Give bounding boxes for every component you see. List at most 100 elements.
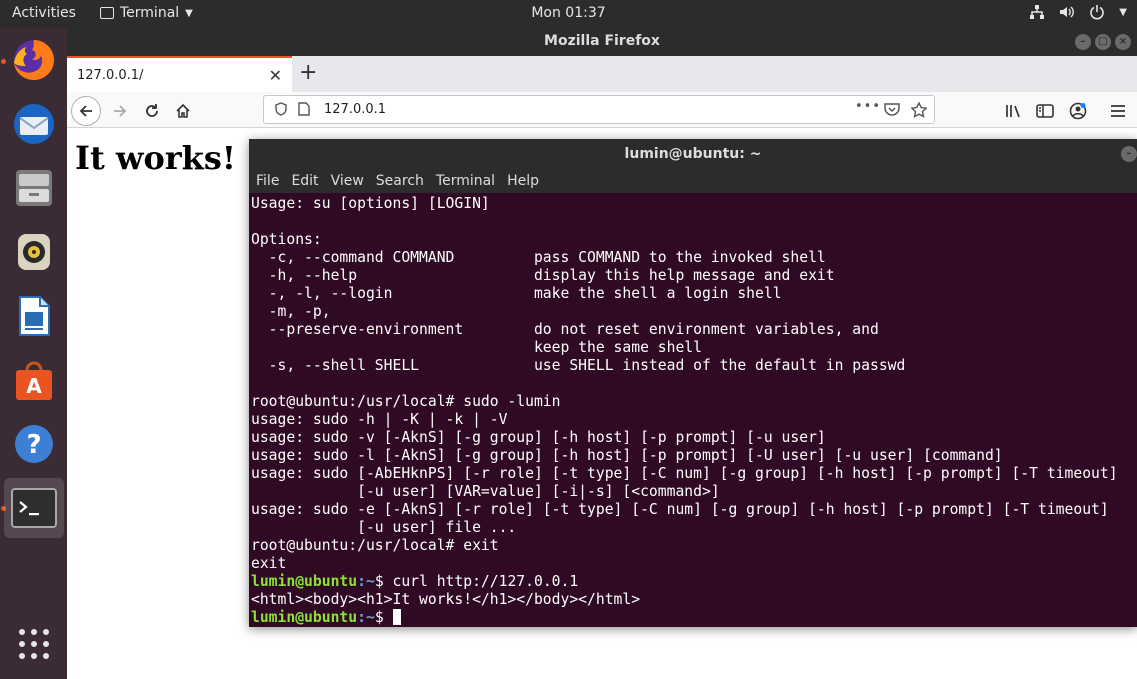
new-tab-icon[interactable]: +: [299, 60, 317, 85]
terminal-line: usage: sudo [-AbEHknPS] [-r role] [-t ty…: [251, 465, 1137, 483]
terminal-line: root@ubuntu:/usr/local# sudo -lumin: [251, 393, 1137, 411]
account-icon[interactable]: [1063, 96, 1093, 126]
menu-search[interactable]: Search: [376, 173, 424, 189]
close-icon[interactable]: ×: [1115, 34, 1131, 50]
terminal-menubar: File Edit View Search Terminal Help: [249, 169, 1137, 193]
line-text: Usage: su [options] [LOGIN]: [251, 195, 490, 212]
line-text: usage: sudo -h | -K | -k | -V: [251, 411, 508, 428]
chevron-down-icon: ▼: [1119, 6, 1127, 18]
line-text: [-u user] file ...: [251, 519, 517, 536]
line-text: Options:: [251, 231, 322, 248]
line-text: root@ubuntu:/usr/local# sudo -lumin: [251, 393, 561, 410]
terminal-line: usage: sudo -h | -K | -k | -V: [251, 411, 1137, 429]
firefox-titlebar[interactable]: Mozilla Firefox – □ ×: [67, 28, 1137, 56]
line-text: $: [374, 609, 393, 626]
url-bar[interactable]: 127.0.0.1 •••: [263, 95, 935, 124]
close-tab-icon[interactable]: ✕: [269, 66, 282, 85]
terminal-output[interactable]: Usage: su [options] [LOGIN] Options: -c, …: [249, 193, 1137, 627]
sidebar-icon[interactable]: [1030, 96, 1060, 126]
files-icon[interactable]: [4, 158, 64, 218]
line-text: usage: sudo [-AbEHknPS] [-r role] [-t ty…: [251, 465, 1118, 482]
line-text: usage: sudo -e [-AknS] [-r role] [-t typ…: [251, 501, 1109, 518]
terminal-line: exit: [251, 555, 1137, 573]
line-text: -s, --shell SHELL use SHELL instead of t…: [251, 357, 906, 374]
terminal-line: lumin@ubuntu:~$ curl http://127.0.0.1: [251, 573, 1137, 591]
terminal-line: -c, --command COMMAND pass COMMAND to th…: [251, 249, 1137, 267]
menu-help[interactable]: Help: [507, 173, 539, 189]
pocket-icon[interactable]: [884, 102, 900, 120]
svg-text:A: A: [26, 374, 42, 398]
terminal-line: [-u user] [VAR=value] [-i|-s] [<command>…: [251, 483, 1137, 501]
line-text: -h, --help display this help message and…: [251, 267, 835, 284]
terminal-line: -m, -p,: [251, 303, 1137, 321]
terminal-line: usage: sudo -e [-AknS] [-r role] [-t typ…: [251, 501, 1137, 519]
terminal-line: <html><body><h1>It works!</h1></body></h…: [251, 591, 1137, 609]
power-icon: [1089, 4, 1105, 20]
line-text: keep the same shell: [251, 339, 702, 356]
minimize-icon[interactable]: –: [1075, 34, 1091, 50]
thunderbird-icon[interactable]: [4, 94, 64, 154]
line-text: usage: sudo -l [-AknS] [-g group] [-h ho…: [251, 447, 1003, 464]
firefox-icon[interactable]: [4, 30, 64, 90]
menu-view[interactable]: View: [331, 173, 364, 189]
line-text: [-u user] [VAR=value] [-i|-s] [<command>…: [251, 483, 720, 500]
line-text: -c, --command COMMAND pass COMMAND to th…: [251, 249, 826, 266]
page-actions-icon[interactable]: •••: [855, 99, 881, 114]
terminal-line: -h, --help display this help message and…: [251, 267, 1137, 285]
terminal-line: keep the same shell: [251, 339, 1137, 357]
prompt-path: :~: [357, 573, 375, 590]
line-text: -m, -p,: [251, 303, 331, 320]
back-button[interactable]: [71, 96, 101, 126]
menu-terminal[interactable]: Terminal: [436, 173, 495, 189]
ubuntu-dock: A ?: [0, 28, 67, 679]
terminal-line: --preserve-environment do not reset envi…: [251, 321, 1137, 339]
window-title: Mozilla Firefox: [544, 33, 660, 49]
rhythmbox-icon[interactable]: [4, 222, 64, 282]
bookmark-star-icon[interactable]: [910, 101, 928, 122]
tracking-protection-icon[interactable]: [274, 102, 288, 120]
terminal-line: Usage: su [options] [LOGIN]: [251, 195, 1137, 213]
line-text: $ curl http://127.0.0.1: [374, 573, 579, 590]
terminal-line: usage: sudo -v [-AknS] [-g group] [-h ho…: [251, 429, 1137, 447]
prompt-user: lumin@ubuntu: [251, 573, 358, 590]
browser-tab[interactable]: 127.0.0.1/ ✕: [67, 56, 292, 92]
maximize-icon[interactable]: □: [1095, 34, 1111, 50]
terminal-titlebar[interactable]: lumin@ubuntu: ~ –: [249, 139, 1137, 169]
forward-button[interactable]: [105, 96, 135, 126]
terminal-line: lumin@ubuntu:~$: [251, 609, 1137, 627]
line-text: root@ubuntu:/usr/local# exit: [251, 537, 499, 554]
libreoffice-writer-icon[interactable]: [4, 286, 64, 346]
home-button[interactable]: [168, 96, 198, 126]
show-applications-icon[interactable]: [4, 614, 64, 674]
system-menu[interactable]: ▼: [1029, 4, 1127, 20]
line-text: -, -l, --login make the shell a login sh…: [251, 285, 782, 302]
terminal-title: lumin@ubuntu: ~: [624, 146, 762, 162]
reload-button[interactable]: [137, 96, 167, 126]
line-text: --preserve-environment do not reset envi…: [251, 321, 879, 338]
url-text: 127.0.0.1: [324, 102, 387, 117]
library-icon[interactable]: [999, 96, 1029, 126]
clock[interactable]: Mon 01:37: [0, 5, 1137, 21]
terminal-line: Options:: [251, 231, 1137, 249]
gnome-top-bar: Activities Terminal ▼ Mon 01:37 ▼: [0, 0, 1137, 28]
tab-bar: 127.0.0.1/ ✕ +: [67, 56, 1137, 92]
prompt-user: lumin@ubuntu: [251, 609, 358, 626]
page-info-icon[interactable]: [298, 102, 310, 120]
text-cursor: [392, 609, 401, 625]
terminal-icon[interactable]: [4, 478, 64, 538]
terminal-line: [-u user] file ...: [251, 519, 1137, 537]
navigation-toolbar: 127.0.0.1 •••: [67, 92, 1137, 128]
minimize-icon[interactable]: –: [1121, 146, 1137, 162]
menu-edit[interactable]: Edit: [291, 173, 318, 189]
page-heading: It works!: [75, 139, 236, 177]
menu-file[interactable]: File: [256, 173, 279, 189]
prompt-path: :~: [357, 609, 375, 626]
terminal-window[interactable]: lumin@ubuntu: ~ – File Edit View Search …: [249, 139, 1137, 627]
volume-icon: [1059, 4, 1075, 20]
help-icon[interactable]: ?: [4, 414, 64, 474]
ubuntu-software-icon[interactable]: A: [4, 350, 64, 410]
tab-title: 127.0.0.1/: [77, 67, 144, 83]
hamburger-menu-icon[interactable]: [1103, 96, 1133, 126]
